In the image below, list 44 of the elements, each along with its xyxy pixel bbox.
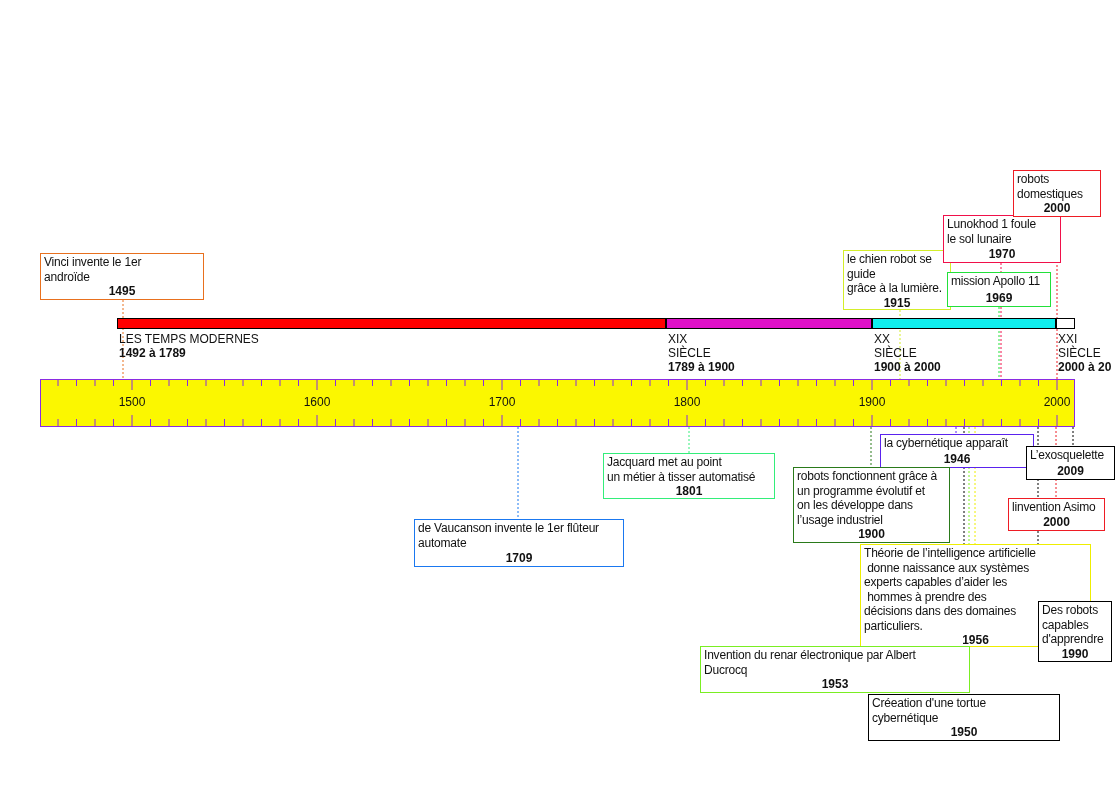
event-text: la cybernétique apparaît — [884, 436, 1008, 451]
event-text: de Vaucanson invente le 1er flûteur automate — [418, 521, 599, 550]
event-text: linvention Asimo — [1012, 500, 1096, 515]
event-text: Invention du renar électronique par Albert Ducrocq — [704, 648, 916, 677]
event-year: 1990 — [1061, 646, 1089, 661]
event-year: 2000 — [1043, 514, 1070, 529]
event-text: Théorie de l’intelligence artificielle donne naissance aux systèmes experts capables d’aider les hommes à prendre des décisions dans des domaines particuliers. — [864, 546, 1036, 633]
event-text: Lunokhod 1 foule le sol lunaire — [947, 217, 1036, 246]
event-year: 1801 — [675, 484, 703, 499]
year-label: 2000 — [1042, 395, 1072, 409]
event-text: L’exosquelette — [1030, 448, 1104, 463]
era-name: XX SIÈCLE — [874, 332, 918, 360]
event-text: Créeation d'une tortue cybernétique — [872, 696, 986, 725]
event-year: 1950 — [950, 725, 978, 740]
event-year: 1953 — [821, 677, 849, 692]
year-label: 1500 — [117, 395, 147, 409]
era-name: LES TEMPS MODERNES — [119, 332, 259, 346]
event-year: 1956 — [962, 633, 989, 648]
event-year: 1915 — [883, 295, 911, 310]
era-dates: 1900 à 2000 — [874, 360, 941, 374]
event-text: le chien robot se guide grâce à la lumière. — [847, 252, 942, 296]
era-name: XXI SIÈCLE — [1058, 332, 1102, 360]
event-year: 1946 — [943, 451, 971, 466]
event-year: 1969 — [985, 290, 1013, 305]
event-text: robots fonctionnent grâce à un programme évolutif et on les développe dans l’usage industriel — [797, 469, 938, 527]
event-year: 1495 — [108, 284, 136, 299]
era-dates: 1492 à 1789 — [119, 346, 187, 360]
event-year: 2009 — [1057, 463, 1084, 478]
era-dates: 1789 à 1900 — [668, 360, 735, 374]
event-text: mission Apollo 11 — [951, 274, 1041, 289]
year-label: 1800 — [672, 395, 702, 409]
event-year: 1970 — [988, 246, 1016, 261]
year-label: 1900 — [857, 395, 887, 409]
event-text: Jacquard met au point un métier à tisser automatisé — [607, 455, 756, 484]
year-label: 1600 — [302, 395, 332, 409]
event-text: Vinci invente le 1er androïde — [44, 255, 142, 284]
year-label: 1700 — [487, 395, 517, 409]
event-year: 2000 — [1043, 201, 1071, 216]
era-name: XIX SIÈCLE — [668, 332, 712, 360]
event-text: robots domestiques — [1017, 172, 1083, 201]
era-dates: 2000 à 20 — [1058, 360, 1112, 374]
event-text: Des robots capables d'apprendre — [1042, 603, 1104, 647]
event-year: 1900 — [858, 527, 885, 542]
event-year: 1709 — [505, 550, 533, 565]
